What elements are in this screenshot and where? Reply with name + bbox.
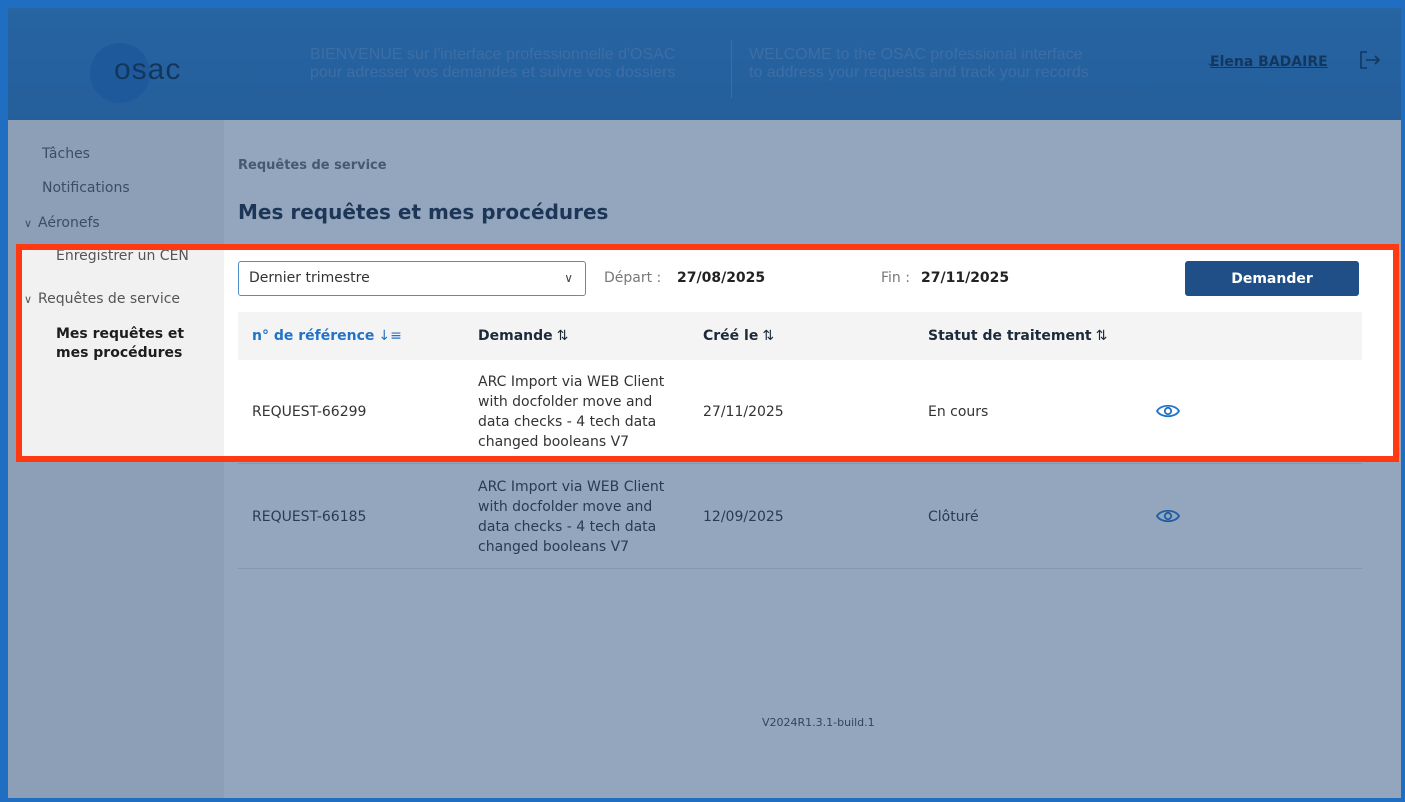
welcome-en: WELCOME to the OSAC professional interfa… bbox=[749, 46, 1089, 81]
row-request: ARC Import via WEB Client with docfolder… bbox=[478, 479, 665, 555]
chevron-down-icon: ∨ bbox=[24, 217, 33, 230]
row-created: 12/09/2025 bbox=[703, 509, 784, 525]
logout-icon[interactable] bbox=[1358, 50, 1382, 70]
breadcrumb[interactable]: Requêtes de service bbox=[238, 158, 387, 173]
view-eye-icon[interactable] bbox=[1156, 507, 1180, 525]
sidebar-item-aeronefs[interactable]: ∨ Aéronefs bbox=[24, 215, 100, 231]
table-row[interactable]: REQUEST-66185 ARC Import via WEB Client … bbox=[238, 465, 1362, 569]
user-menu[interactable]: Elena BADAIRE bbox=[1210, 54, 1328, 70]
app-header: osac BIENVENUE sur l'interface professio… bbox=[8, 8, 1401, 120]
welcome-fr: BIENVENUE sur l'interface professionnell… bbox=[310, 46, 676, 81]
row-ref: REQUEST-66185 bbox=[252, 509, 367, 525]
row-status: Clôturé bbox=[928, 509, 979, 525]
highlight-border bbox=[16, 244, 1399, 462]
osac-logo-text: osac bbox=[114, 53, 182, 86]
sidebar-item-notifications[interactable]: Notifications bbox=[42, 180, 130, 196]
app-version: V2024R1.3.1-build.1 bbox=[762, 716, 875, 729]
app-window: osac BIENVENUE sur l'interface professio… bbox=[8, 8, 1401, 798]
page-title: Mes requêtes et mes procédures bbox=[238, 200, 609, 224]
header-divider bbox=[731, 40, 732, 98]
sidebar-item-taches[interactable]: Tâches bbox=[42, 146, 90, 162]
